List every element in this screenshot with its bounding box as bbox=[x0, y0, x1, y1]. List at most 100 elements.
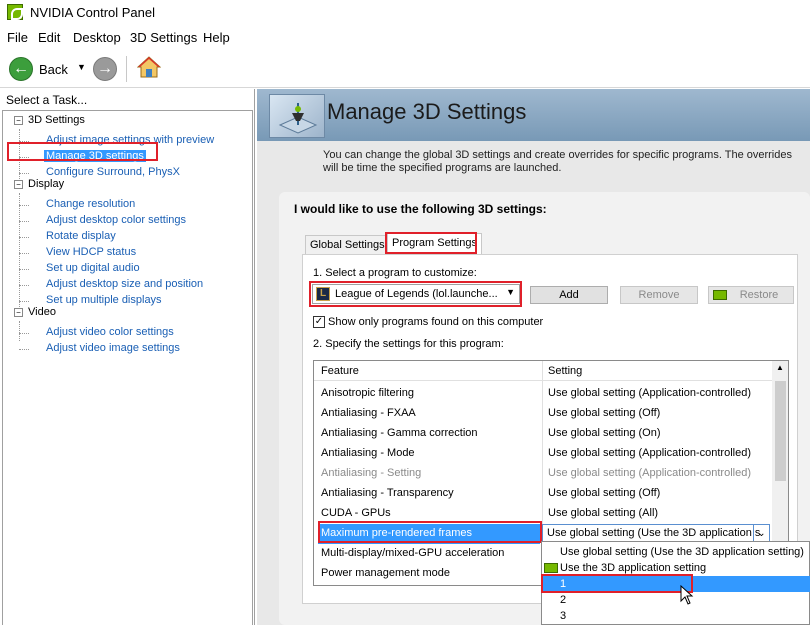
nvidia-icon bbox=[544, 563, 558, 573]
setting-cell: Use global setting (Application-controll… bbox=[548, 467, 751, 479]
dropdown-option[interactable]: 3 bbox=[542, 608, 810, 624]
tree-connector bbox=[19, 269, 29, 270]
header-feature: Feature bbox=[321, 365, 359, 377]
feature-cell: Anisotropic filtering bbox=[321, 387, 414, 399]
task-digital-audio[interactable]: Set up digital audio bbox=[46, 262, 140, 274]
annotation-highlight bbox=[318, 521, 542, 543]
tree-connector bbox=[19, 321, 20, 341]
menu-edit[interactable]: Edit bbox=[38, 30, 60, 45]
page-description: You can change the global 3D settings an… bbox=[323, 149, 792, 174]
tree-connector bbox=[19, 349, 29, 350]
tree-connector bbox=[19, 253, 29, 254]
tree-connector bbox=[19, 221, 29, 222]
setting-cell: Use global setting (Application-controll… bbox=[548, 447, 751, 459]
toolbar: ← Back ▼ → bbox=[0, 48, 810, 88]
tree-connector bbox=[19, 333, 29, 334]
task-tree: − 3D Settings Adjust image settings with… bbox=[2, 110, 253, 625]
table-row[interactable]: Antialiasing - Setting Use global settin… bbox=[314, 464, 770, 484]
task-configure-surround[interactable]: Configure Surround, PhysX bbox=[46, 166, 180, 178]
task-multiple-displays[interactable]: Set up multiple displays bbox=[46, 294, 162, 306]
annotation-highlight bbox=[7, 142, 158, 161]
title-bar: NVIDIA Control Panel bbox=[0, 0, 810, 26]
nvidia-icon bbox=[7, 4, 23, 20]
back-button[interactable]: ← Back bbox=[9, 56, 68, 82]
task-pane: Select a Task... − 3D Settings Adjust im… bbox=[0, 89, 255, 625]
window-title: NVIDIA Control Panel bbox=[30, 5, 156, 20]
tree-connector bbox=[19, 173, 29, 174]
add-button[interactable]: Add bbox=[530, 286, 608, 304]
collapse-icon[interactable]: − bbox=[14, 116, 23, 125]
feature-cell: Antialiasing - Transparency bbox=[321, 487, 454, 499]
3d-settings-banner-icon bbox=[269, 94, 325, 138]
step2-label: 2. Specify the settings for this program… bbox=[313, 338, 504, 350]
feature-cell: Antialiasing - Gamma correction bbox=[321, 427, 478, 439]
collapse-icon[interactable]: − bbox=[14, 308, 23, 317]
task-desktop-size-position[interactable]: Adjust desktop size and position bbox=[46, 278, 203, 290]
tree-connector bbox=[19, 205, 29, 206]
dropdown-option[interactable]: Use global setting (Use the 3D applicati… bbox=[542, 544, 810, 560]
task-rotate-display[interactable]: Rotate display bbox=[46, 230, 116, 242]
task-adjust-desktop-color[interactable]: Adjust desktop color settings bbox=[46, 214, 186, 226]
back-history-dropdown-icon[interactable]: ▼ bbox=[77, 62, 86, 72]
tree-group-video[interactable]: Video bbox=[28, 306, 56, 318]
task-video-color[interactable]: Adjust video color settings bbox=[46, 326, 174, 338]
setting-cell: Use global setting (Application-controll… bbox=[548, 387, 751, 399]
setting-cell: Use global setting (All) bbox=[548, 507, 659, 519]
annotation-highlight bbox=[309, 281, 522, 307]
forward-arrow-icon[interactable]: → bbox=[93, 57, 117, 81]
table-row[interactable]: Antialiasing - Mode Use global setting (… bbox=[314, 444, 770, 464]
scrollbar-thumb[interactable] bbox=[775, 381, 786, 481]
menu-3d-settings[interactable]: 3D Settings bbox=[130, 30, 197, 45]
table-row[interactable]: Antialiasing - Transparency Use global s… bbox=[314, 484, 770, 504]
show-only-found-checkbox[interactable]: ✓ bbox=[313, 316, 325, 328]
header-setting: Setting bbox=[548, 365, 583, 377]
feature-cell: Antialiasing - Mode bbox=[321, 447, 415, 459]
feature-cell: CUDA - GPUs bbox=[321, 507, 391, 519]
feature-cell: Power management mode bbox=[321, 567, 451, 579]
settings-group-title: I would like to use the following 3D set… bbox=[294, 202, 547, 216]
tree-connector bbox=[19, 193, 20, 309]
mouse-cursor-icon bbox=[680, 585, 694, 605]
task-video-image[interactable]: Adjust video image settings bbox=[46, 342, 180, 354]
back-label: Back bbox=[39, 61, 68, 77]
setting-cell: Use global setting (Off) bbox=[548, 487, 661, 499]
dropdown-option[interactable]: 2 bbox=[542, 592, 810, 608]
collapse-icon[interactable]: − bbox=[14, 180, 23, 189]
tree-connector bbox=[19, 301, 29, 302]
nvidia-icon bbox=[713, 290, 727, 300]
checkbox-label: Show only programs found on this compute… bbox=[328, 316, 544, 328]
restore-button[interactable]: Restore bbox=[708, 286, 794, 304]
task-view-hdcp[interactable]: View HDCP status bbox=[46, 246, 136, 258]
feature-cell: Antialiasing - Setting bbox=[321, 467, 422, 479]
home-icon[interactable] bbox=[137, 56, 161, 78]
tree-group-display[interactable]: Display bbox=[28, 178, 64, 190]
menu-bar: File Edit Desktop 3D Settings Help bbox=[0, 26, 810, 48]
task-change-resolution[interactable]: Change resolution bbox=[46, 198, 135, 210]
tab-global-settings[interactable]: Global Settings bbox=[305, 235, 390, 255]
grid-header: Feature Setting bbox=[314, 361, 788, 381]
table-row[interactable]: Antialiasing - FXAA Use global setting (… bbox=[314, 404, 770, 424]
feature-cell: Antialiasing - FXAA bbox=[321, 407, 416, 419]
task-pane-header: Select a Task... bbox=[6, 93, 88, 107]
setting-cell: Use global setting (On) bbox=[548, 427, 661, 439]
page-header: Manage 3D Settings bbox=[257, 89, 810, 141]
remove-button[interactable]: Remove bbox=[620, 286, 698, 304]
annotation-highlight bbox=[385, 232, 477, 254]
table-row[interactable]: Anisotropic filtering Use global setting… bbox=[314, 384, 770, 404]
back-arrow-icon: ← bbox=[9, 57, 33, 81]
menu-file[interactable]: File bbox=[7, 30, 28, 45]
setting-cell: Use global setting (Off) bbox=[548, 407, 661, 419]
page-title: Manage 3D Settings bbox=[327, 99, 527, 124]
feature-cell: Multi-display/mixed-GPU acceleration bbox=[321, 547, 505, 559]
scroll-up-icon[interactable]: ▲ bbox=[776, 363, 784, 372]
annotation-highlight bbox=[541, 574, 693, 593]
step1-label: 1. Select a program to customize: bbox=[313, 267, 477, 279]
menu-desktop[interactable]: Desktop bbox=[73, 30, 121, 45]
restore-label: Restore bbox=[739, 289, 779, 301]
tree-group-3d-settings[interactable]: 3D Settings bbox=[28, 114, 85, 126]
dropdown-option-label: Use the 3D application setting bbox=[560, 562, 707, 574]
tree-connector bbox=[19, 237, 29, 238]
menu-help[interactable]: Help bbox=[203, 30, 230, 45]
toolbar-separator bbox=[126, 56, 127, 82]
table-row[interactable]: Antialiasing - Gamma correction Use glob… bbox=[314, 424, 770, 444]
